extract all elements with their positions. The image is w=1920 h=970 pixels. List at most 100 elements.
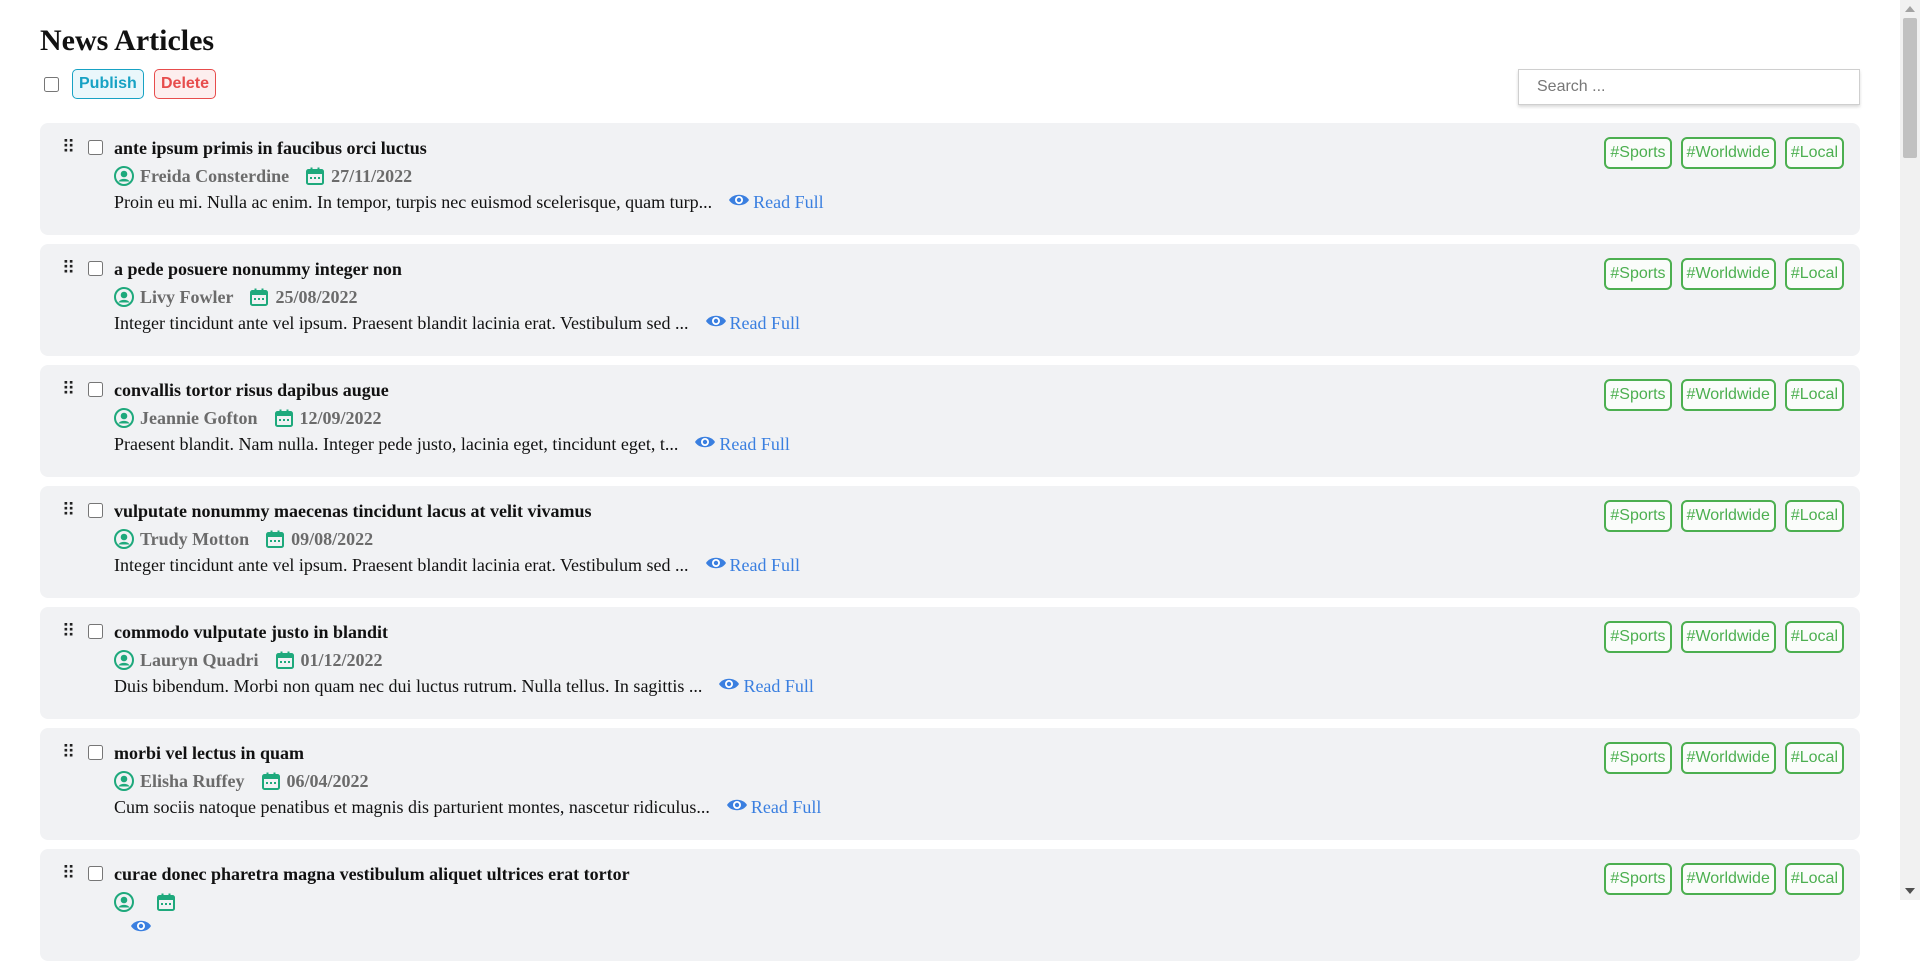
- tag-badge[interactable]: #Worldwide: [1680, 621, 1776, 653]
- drag-handle-icon[interactable]: ⠿: [62, 623, 75, 641]
- article-checkbox[interactable]: [88, 261, 103, 276]
- article-checkbox[interactable]: [88, 624, 103, 639]
- read-full-link[interactable]: Read Full: [705, 555, 801, 576]
- article-card: ⠿ a pede posuere nonummy integer non Liv…: [40, 244, 1860, 356]
- eye-icon: [705, 555, 730, 576]
- tag-badge[interactable]: #Sports: [1604, 621, 1672, 653]
- calendar-icon: [274, 408, 294, 428]
- article-tags: #Sports #Worldwide #Local: [1595, 258, 1844, 290]
- article-title: vulputate nonummy maecenas tincidunt lac…: [114, 501, 592, 521]
- article-tags: #Sports #Worldwide #Local: [1595, 500, 1844, 532]
- search-input[interactable]: [1518, 69, 1860, 105]
- calendar-icon: [156, 892, 176, 912]
- user-icon: [114, 892, 134, 912]
- page-title: News Articles: [40, 24, 215, 57]
- tag-badge[interactable]: #Sports: [1604, 500, 1672, 532]
- article-title: commodo vulputate justo in blandit: [114, 622, 389, 642]
- read-full-link[interactable]: Read Full: [694, 434, 790, 455]
- tag-badge[interactable]: #Worldwide: [1680, 742, 1776, 774]
- article-date: 27/11/2022: [331, 165, 413, 186]
- eye-icon: [726, 797, 751, 818]
- article-author: Freida Consterdine: [140, 165, 290, 186]
- article-checkbox[interactable]: [88, 745, 103, 760]
- read-full-link[interactable]: Read Full: [718, 676, 814, 697]
- toolbar: Publish Delete: [40, 69, 1860, 105]
- article-tags: #Sports #Worldwide #Local: [1595, 621, 1844, 653]
- article-meta: Jeannie Gofton 12/09/2022: [114, 407, 382, 429]
- article-excerpt-row: Cum sociis natoque penatibus et magnis d…: [114, 797, 821, 818]
- drag-handle-icon[interactable]: ⠿: [62, 865, 75, 883]
- tag-badge[interactable]: #Worldwide: [1680, 258, 1776, 290]
- article-meta: Freida Consterdine 27/11/2022: [114, 165, 412, 187]
- article-card: ⠿ morbi vel lectus in quam Elisha Ruffey: [40, 728, 1860, 840]
- user-icon: [114, 408, 134, 428]
- tag-badge[interactable]: #Local: [1784, 742, 1844, 774]
- publish-button[interactable]: Publish: [72, 69, 144, 99]
- user-icon: [114, 650, 134, 670]
- tag-badge[interactable]: #Worldwide: [1680, 863, 1776, 895]
- read-full-link[interactable]: [130, 918, 155, 939]
- calendar-icon: [265, 529, 285, 549]
- article-author: Jeannie Gofton: [140, 407, 258, 428]
- read-full-link[interactable]: Read Full: [705, 313, 801, 334]
- user-icon: [114, 287, 134, 307]
- article-excerpt: Cum sociis natoque penatibus et magnis d…: [114, 797, 710, 817]
- scroll-up-arrow-icon[interactable]: [1905, 6, 1915, 12]
- calendar-icon: [261, 771, 281, 791]
- tag-badge[interactable]: #Local: [1784, 258, 1844, 290]
- article-checkbox[interactable]: [88, 866, 103, 881]
- tag-badge[interactable]: #Local: [1784, 379, 1844, 411]
- tag-badge[interactable]: #Local: [1784, 137, 1844, 169]
- calendar-icon: [305, 166, 325, 186]
- article-date: 06/04/2022: [286, 770, 369, 791]
- article-checkbox[interactable]: [88, 382, 103, 397]
- scroll-down-arrow-icon[interactable]: [1905, 888, 1915, 894]
- tag-badge[interactable]: #Local: [1784, 863, 1844, 895]
- tag-badge[interactable]: #Sports: [1604, 137, 1672, 169]
- eye-icon: [718, 676, 743, 697]
- article-meta: [114, 891, 182, 913]
- tag-badge[interactable]: #Sports: [1604, 742, 1672, 774]
- article-checkbox[interactable]: [88, 140, 103, 155]
- tag-badge[interactable]: #Local: [1784, 500, 1844, 532]
- drag-handle-icon[interactable]: ⠿: [62, 744, 75, 762]
- read-full-label: Read Full: [729, 555, 801, 575]
- article-meta: Elisha Ruffey 06/04/2022: [114, 770, 369, 792]
- drag-handle-icon[interactable]: ⠿: [62, 139, 75, 157]
- scrollbar-thumb[interactable]: [1903, 18, 1917, 158]
- tag-badge[interactable]: #Worldwide: [1680, 379, 1776, 411]
- drag-handle-icon[interactable]: ⠿: [62, 260, 75, 278]
- article-meta: Lauryn Quadri 01/12/2022: [114, 649, 383, 671]
- article-title: morbi vel lectus in quam: [114, 743, 305, 763]
- delete-button[interactable]: Delete: [154, 69, 217, 99]
- article-excerpt-row: [114, 918, 155, 939]
- article-tags: #Sports #Worldwide #Local: [1595, 863, 1844, 895]
- tag-badge[interactable]: #Worldwide: [1680, 500, 1776, 532]
- read-full-label: Read Full: [729, 313, 801, 333]
- article-excerpt: Proin eu mi. Nulla ac enim. In tempor, t…: [114, 192, 713, 212]
- vertical-scrollbar[interactable]: [1900, 0, 1920, 900]
- tag-badge[interactable]: #Sports: [1604, 863, 1672, 895]
- eye-icon: [694, 434, 719, 455]
- tag-badge[interactable]: #Local: [1784, 621, 1844, 653]
- article-excerpt-row: Proin eu mi. Nulla ac enim. In tempor, t…: [114, 192, 824, 213]
- article-author: Lauryn Quadri: [140, 649, 259, 670]
- tag-badge[interactable]: #Sports: [1604, 379, 1672, 411]
- drag-handle-icon[interactable]: ⠿: [62, 502, 75, 520]
- drag-handle-icon[interactable]: ⠿: [62, 381, 75, 399]
- tag-badge[interactable]: #Sports: [1604, 258, 1672, 290]
- article-excerpt-row: Integer tincidunt ante vel ipsum. Praese…: [114, 555, 800, 576]
- article-card: ⠿ curae donec pharetra magna vestibulum …: [40, 849, 1860, 961]
- article-meta: Trudy Motton 09/08/2022: [114, 528, 373, 550]
- article-card: ⠿ ante ipsum primis in faucibus orci luc…: [40, 123, 1860, 235]
- read-full-link[interactable]: Read Full: [726, 797, 822, 818]
- tag-badge[interactable]: #Worldwide: [1680, 137, 1776, 169]
- article-checkbox[interactable]: [88, 503, 103, 518]
- article-meta: Livy Fowler 25/08/2022: [114, 286, 358, 308]
- read-full-label: Read Full: [750, 797, 822, 817]
- read-full-label: Read Full: [753, 192, 824, 212]
- select-all-checkbox[interactable]: [44, 77, 59, 92]
- article-excerpt-row: Integer tincidunt ante vel ipsum. Praese…: [114, 313, 800, 334]
- user-icon: [114, 166, 134, 186]
- read-full-link[interactable]: Read Full: [728, 192, 824, 213]
